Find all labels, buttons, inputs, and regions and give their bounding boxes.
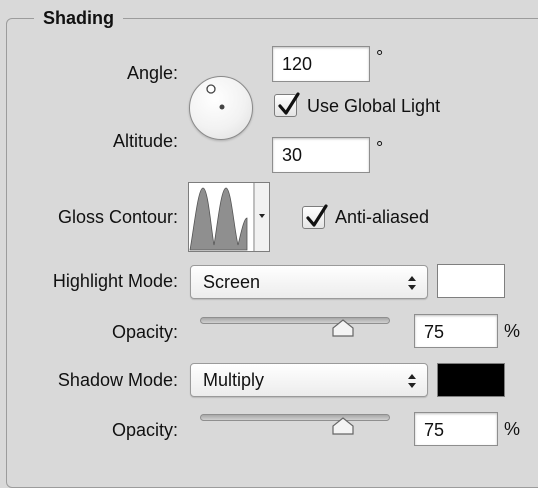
use-global-light-label: Use Global Light — [307, 96, 441, 116]
highlight-opacity-slider-thumb[interactable] — [331, 318, 355, 338]
highlight-mode-label: Highlight Mode: — [52, 271, 178, 291]
contour-preview-icon — [189, 183, 269, 251]
use-global-light-checkbox[interactable] — [274, 92, 300, 117]
highlight-opacity-slider[interactable] — [200, 317, 390, 324]
group-title: Shading — [34, 6, 123, 30]
highlight-opacity-unit: % — [504, 321, 521, 341]
highlight-mode-value: Screen — [203, 272, 261, 292]
shadow-opacity-slider[interactable] — [200, 414, 390, 421]
checkmark-icon — [278, 92, 300, 115]
gloss-contour-picker[interactable] — [188, 182, 270, 252]
altitude-unit: ° — [376, 138, 384, 158]
shadow-opacity-input[interactable]: 75 — [414, 412, 498, 446]
angle-label: Angle: — [126, 63, 178, 83]
checkmark-icon — [306, 204, 328, 227]
select-arrows-icon — [408, 374, 416, 388]
shadow-opacity-unit: % — [504, 419, 521, 439]
angle-input[interactable]: 120 — [272, 46, 370, 82]
altitude-label: Altitude: — [112, 131, 178, 151]
shadow-mode-label: Shadow Mode: — [57, 370, 178, 390]
gloss-contour-label: Gloss Contour: — [57, 207, 178, 227]
highlight-opacity-input[interactable]: 75 — [414, 314, 498, 348]
angle-unit: ° — [376, 47, 384, 67]
shadow-mode-select[interactable]: Multiply — [190, 363, 428, 397]
highlight-mode-select[interactable]: Screen — [190, 265, 428, 299]
altitude-input[interactable]: 30 — [272, 137, 370, 173]
select-arrows-icon — [408, 276, 416, 290]
dial-marker-icon — [206, 84, 225, 110]
shadow-opacity-label: Opacity: — [111, 420, 178, 440]
anti-aliased-label: Anti-aliased — [335, 207, 430, 227]
shadow-mode-value: Multiply — [203, 370, 265, 390]
anti-aliased-checkbox[interactable] — [302, 204, 328, 229]
light-angle-dial[interactable] — [189, 76, 253, 140]
shadow-opacity-slider-thumb[interactable] — [331, 416, 355, 436]
highlight-opacity-label: Opacity: — [111, 322, 178, 342]
highlight-color-swatch[interactable] — [437, 264, 505, 298]
shadow-color-swatch[interactable] — [437, 363, 505, 397]
